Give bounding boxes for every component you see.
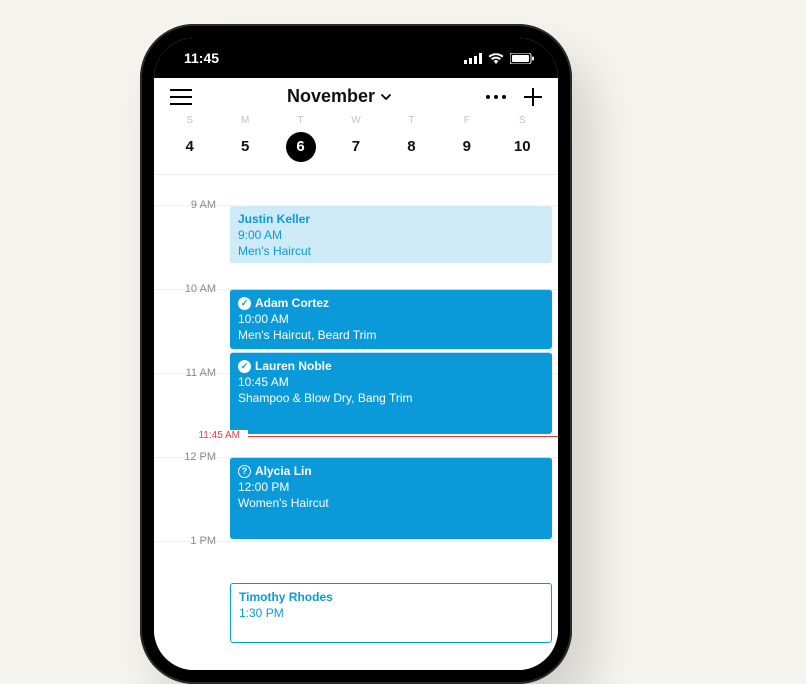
day-number: 4 xyxy=(175,132,205,162)
day-of-week-label: M xyxy=(217,115,272,126)
day-of-week-label: S xyxy=(495,115,550,126)
menu-button[interactable] xyxy=(170,89,192,105)
now-indicator: 11:45 AM xyxy=(178,436,558,437)
appointment-name-row: Justin Keller xyxy=(238,211,544,227)
app-header: November xyxy=(154,78,558,109)
day-number: 9 xyxy=(452,132,482,162)
appointment-service: Women's Haircut xyxy=(238,495,544,511)
appointment-time: 10:45 AM xyxy=(238,374,544,390)
day-number: 8 xyxy=(396,132,426,162)
signal-icon xyxy=(464,53,482,64)
appointment-name: Timothy Rhodes xyxy=(239,589,333,605)
appointment-name-row: Timothy Rhodes xyxy=(239,589,543,605)
wifi-icon xyxy=(488,53,504,64)
appointment-time: 9:00 AM xyxy=(238,227,544,243)
add-button[interactable] xyxy=(524,88,542,106)
appointment-name: Adam Cortez xyxy=(255,295,329,311)
day-of-week-label: S xyxy=(162,115,217,126)
appointment-time: 12:00 PM xyxy=(238,479,544,495)
appointment-name-row: ✓ Adam Cortez xyxy=(238,295,544,311)
appointment-service: Men's Haircut, Beard Trim xyxy=(238,327,544,343)
check-icon: ✓ xyxy=(238,360,251,373)
hour-label: 12 PM xyxy=(154,451,224,463)
appointment-name-row: ? Alycia Lin xyxy=(238,463,544,479)
day-of-week-label: W xyxy=(328,115,383,126)
month-selector[interactable]: November xyxy=(287,86,391,107)
appointment-name: Justin Keller xyxy=(238,211,310,227)
hour-label: 11 AM xyxy=(154,367,224,379)
appointment-service: Shampoo & Blow Dry, Bang Trim xyxy=(238,390,544,406)
appointment-time: 10:00 AM xyxy=(238,311,544,327)
check-icon: ✓ xyxy=(238,297,251,310)
appointment-name: Lauren Noble xyxy=(255,358,332,374)
more-button[interactable] xyxy=(486,95,506,99)
appointment-time: 1:30 PM xyxy=(239,605,543,621)
day-number: 7 xyxy=(341,132,371,162)
appointment[interactable]: ✓ Lauren Noble10:45 AMShampoo & Blow Dry,… xyxy=(230,352,552,434)
hamburger-icon xyxy=(170,89,192,105)
agenda[interactable]: 9 AM 10 AM 11 AM 12 PM 1 PM 11:45 AM Justin Ke… xyxy=(154,175,558,670)
notch xyxy=(256,38,456,66)
day-number: 5 xyxy=(230,132,260,162)
question-icon: ? xyxy=(238,465,251,478)
day-column[interactable]: F9 xyxy=(439,115,494,162)
day-number: 10 xyxy=(507,132,537,162)
battery-icon xyxy=(510,53,534,64)
status-time: 11:45 xyxy=(184,50,219,66)
appointment-name: Alycia Lin xyxy=(255,463,312,479)
day-column[interactable]: S4 xyxy=(162,115,217,162)
day-column[interactable]: W7 xyxy=(328,115,383,162)
appointment[interactable]: ✓ Adam Cortez10:00 AMMen's Haircut, Beard… xyxy=(230,289,552,349)
week-row: S4M5T6W7T8F9S10 xyxy=(154,109,558,175)
appointment[interactable]: ? Alycia Lin12:00 PMWomen's Haircut xyxy=(230,457,552,539)
appointment-service: Men's Haircut xyxy=(238,243,544,259)
hour-label: 9 AM xyxy=(154,199,224,211)
day-of-week-label: F xyxy=(439,115,494,126)
day-of-week-label: T xyxy=(273,115,328,126)
chevron-down-icon xyxy=(381,94,391,100)
more-icon xyxy=(486,95,506,99)
appointment-name-row: ✓ Lauren Noble xyxy=(238,358,544,374)
appointment[interactable]: Justin Keller9:00 AMMen's Haircut xyxy=(230,205,552,263)
day-column[interactable]: S 10 xyxy=(495,115,550,162)
day-column[interactable]: M5 xyxy=(217,115,272,162)
plus-icon xyxy=(524,88,542,106)
screen: 11:45 November xyxy=(154,38,558,670)
appointment[interactable]: Timothy Rhodes1:30 PM xyxy=(230,583,552,643)
day-column[interactable]: T6 xyxy=(273,115,328,162)
hour-label: 1 PM xyxy=(154,535,224,547)
now-label: 11:45 AM xyxy=(178,430,248,441)
status-icons xyxy=(464,53,534,64)
day-number: 6 xyxy=(286,132,316,162)
month-label: November xyxy=(287,86,375,107)
day-of-week-label: T xyxy=(384,115,439,126)
phone-frame: 11:45 November xyxy=(140,24,572,684)
hour-label: 10 AM xyxy=(154,283,224,295)
day-column[interactable]: T8 xyxy=(384,115,439,162)
